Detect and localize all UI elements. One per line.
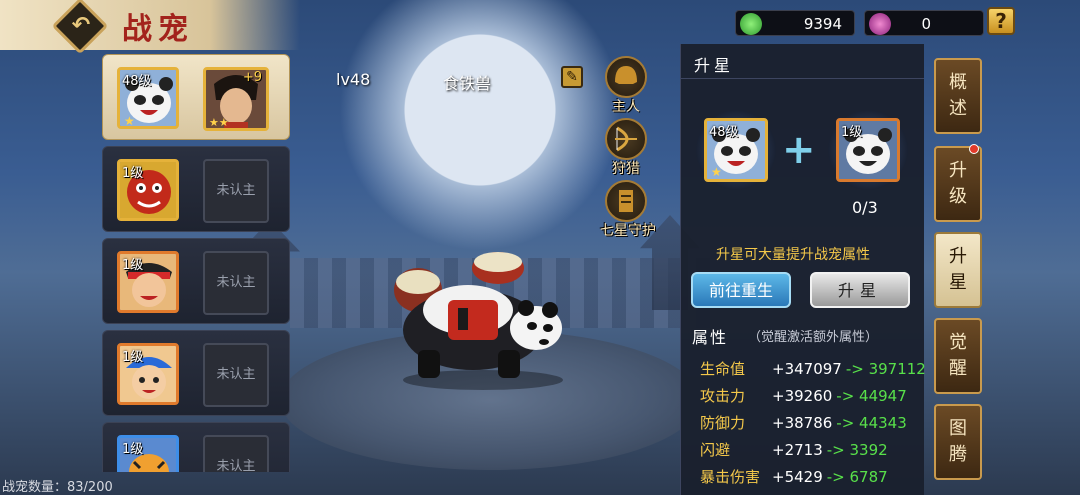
attr-new: -> 6787: [826, 468, 888, 486]
star-up-hint: 升星可大量提升战宠属性: [716, 247, 870, 263]
attr-name: 生命值: [700, 360, 746, 378]
tab-star-up[interactable]: 升星: [934, 232, 982, 308]
master-role-button[interactable]: [605, 56, 647, 98]
currency-gem-value: 0: [921, 15, 931, 33]
attr-name: 攻击力: [700, 387, 746, 405]
panda-pet-model: [394, 252, 563, 390]
tab-awaken[interactable]: 觉醒: [934, 318, 982, 394]
material-level: 1级: [841, 125, 863, 140]
svg-text:★: ★: [711, 165, 722, 179]
attr-name: 防御力: [700, 414, 746, 432]
unowned-slot[interactable]: 未认主: [203, 159, 269, 223]
star-up-button[interactable]: 升星: [810, 272, 910, 308]
tab-label: 概述: [949, 72, 967, 119]
edit-name-icon[interactable]: ✎: [561, 66, 583, 88]
attr-row-dodge: 闪避 +2713 -> 3392: [700, 439, 888, 460]
pet-avatar-boy-red[interactable]: 1级: [117, 251, 179, 313]
tab-totem[interactable]: 图腾: [934, 404, 982, 480]
currency-gem: 0: [864, 10, 984, 36]
tab-label: 觉醒: [949, 332, 967, 379]
pet-list[interactable]: ★ 48级 ★★ +9 1级 未认主 1级 未认主 1级 未认主 1级 未认主: [102, 52, 292, 472]
source-pet-card[interactable]: ★ 48级: [704, 118, 768, 182]
purple-gem-icon: [869, 13, 891, 35]
currency-jade: 9394: [735, 10, 855, 36]
attr-base: +5429: [772, 468, 823, 486]
attr-base: +2713: [772, 441, 823, 459]
svg-text:★★: ★★: [209, 116, 229, 128]
notification-dot: [969, 144, 979, 154]
tab-label: 升级: [949, 160, 967, 207]
jade-coin-icon: [740, 13, 762, 35]
pet-row[interactable]: 1级 未认主: [102, 146, 290, 232]
pet-level: 1级: [122, 258, 144, 273]
pet-level-display: lv48: [336, 70, 371, 89]
attr-row-def: 防御力 +38786 -> 44343: [700, 412, 907, 433]
pet-count: 战宠数量：83/200: [2, 480, 113, 495]
attributes-title: 属性: [692, 328, 729, 347]
currency-jade-value: 9394: [803, 15, 842, 33]
pet-level: 1级: [122, 166, 144, 181]
guard-role-button[interactable]: [605, 180, 647, 222]
pet-level: 48级: [122, 74, 152, 89]
pet-row[interactable]: 1级 未认主: [102, 330, 290, 416]
unowned-slot[interactable]: 未认主: [203, 251, 269, 315]
pet-row[interactable]: 1级 未认主: [102, 422, 290, 472]
pet-name: 食铁兽: [443, 74, 492, 93]
role-label-hunt: 狩猎: [612, 161, 640, 177]
attr-new: -> 44947: [836, 387, 907, 405]
unowned-slot[interactable]: 未认主: [203, 343, 269, 407]
role-label-guard: 七星守护: [600, 223, 656, 239]
helmet-icon: [615, 66, 637, 84]
attr-base: +39260: [772, 387, 833, 405]
attr-new: -> 44343: [836, 414, 907, 432]
attr-new: -> 3392: [826, 441, 888, 459]
tab-level-up[interactable]: 升级: [934, 146, 982, 222]
bow-icon: [615, 126, 637, 152]
source-level: 48级: [709, 125, 739, 140]
page-title: 战宠: [122, 12, 194, 47]
help-button[interactable]: ?: [987, 7, 1015, 35]
plus-icon: +: [782, 127, 816, 173]
tab-overview[interactable]: 概述: [934, 58, 982, 134]
role-label-master: 主人: [612, 99, 640, 115]
pet-level: 1级: [122, 442, 144, 457]
unowned-slot[interactable]: 未认主: [203, 435, 269, 472]
panel-title: 升星: [694, 56, 735, 75]
pet-avatar-panda[interactable]: ★ 48级: [117, 67, 179, 129]
panel-divider: [680, 78, 924, 79]
go-rebirth-button[interactable]: 前往重生: [691, 272, 791, 308]
back-arrow-icon[interactable]: ↶: [67, 12, 95, 40]
attr-row-crit: 暴击伤害 +5429 -> 6787: [700, 466, 888, 487]
tab-label: 升星: [949, 246, 967, 293]
attr-base: +347097: [772, 360, 842, 378]
attr-row-hp: 生命值 +347097 -> 397112: [700, 358, 926, 379]
banner-icon: [619, 190, 633, 212]
hero-avatar[interactable]: ★★ +9: [203, 67, 269, 131]
attr-base: +38786: [772, 414, 833, 432]
tab-label: 图腾: [949, 418, 967, 465]
attr-name: 闪避: [700, 441, 731, 459]
attr-row-atk: 攻击力 +39260 -> 44947: [700, 385, 907, 406]
material-progress: 0/3: [852, 198, 878, 217]
svg-text:★: ★: [124, 114, 135, 128]
pet-level: 1级: [122, 350, 144, 365]
pet-avatar-tiger[interactable]: 1级: [117, 435, 179, 472]
hunt-role-button[interactable]: [605, 118, 647, 160]
pet-avatar-boy-blue[interactable]: 1级: [117, 343, 179, 405]
hero-star-bonus: +9: [242, 70, 262, 85]
pet-row-selected[interactable]: ★ 48级 ★★ +9: [102, 54, 290, 140]
attr-name: 暴击伤害: [700, 468, 761, 486]
pet-avatar-red-lion[interactable]: 1级: [117, 159, 179, 221]
attributes-subtitle: （觉醒激活额外属性）: [748, 330, 879, 345]
attr-new: -> 397112: [845, 360, 926, 378]
material-pet-card[interactable]: 1级: [836, 118, 900, 182]
pet-row[interactable]: 1级 未认主: [102, 238, 290, 324]
